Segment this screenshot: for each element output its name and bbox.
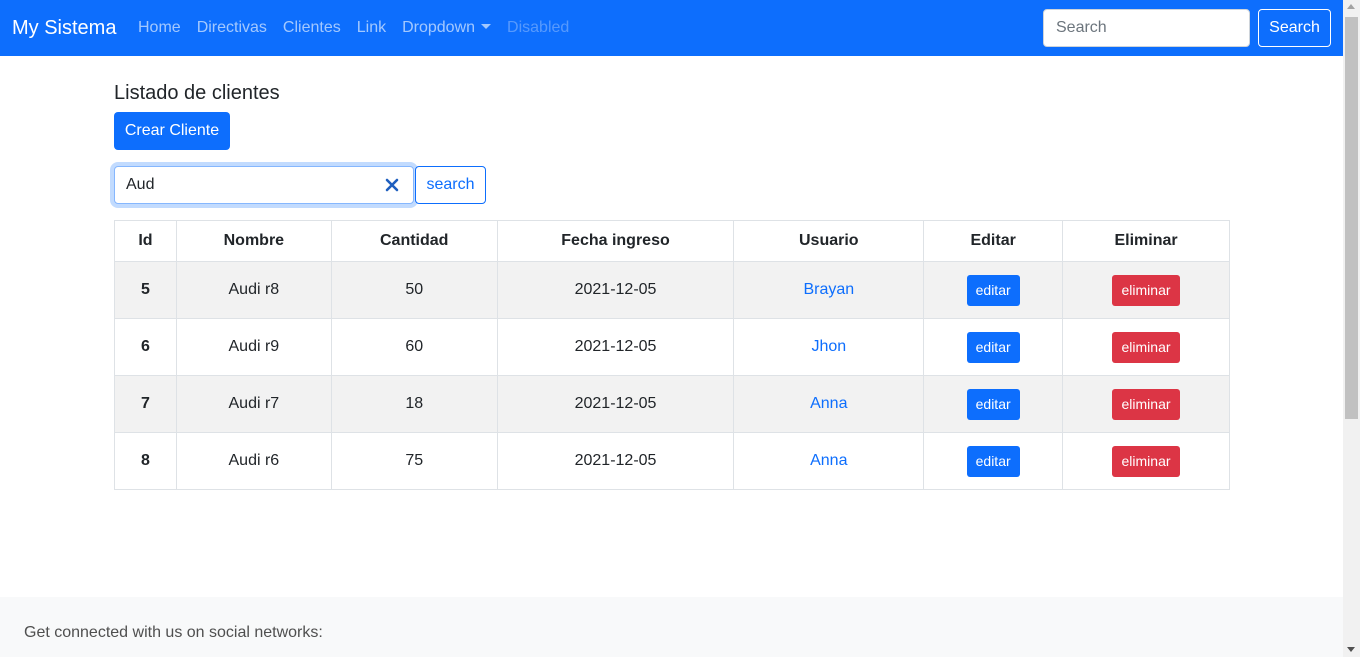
filter-search-button[interactable]: search: [415, 166, 486, 204]
cell-fecha: 2021-12-05: [496, 261, 735, 319]
scroll-up-arrow-icon[interactable]: [1347, 4, 1355, 9]
nav-link-link[interactable]: Link: [349, 0, 394, 56]
cell-usuario: Jhon: [733, 318, 925, 376]
table-row: 6 Audi r9 60 2021-12-05 Jhon editar elim…: [114, 318, 1230, 376]
nav-link-directivas[interactable]: Directivas: [189, 0, 275, 56]
scroll-thumb[interactable]: [1345, 17, 1358, 419]
cell-eliminar: eliminar: [1062, 261, 1230, 319]
column-header-eliminar: Eliminar: [1062, 220, 1230, 262]
table-row: 5 Audi r8 50 2021-12-05 Brayan editar el…: [114, 261, 1230, 319]
top-navbar: My Sistema Home Directivas Clientes Link…: [0, 0, 1343, 56]
edit-button[interactable]: editar: [966, 331, 1020, 363]
cell-eliminar: eliminar: [1062, 375, 1230, 433]
cell-fecha: 2021-12-05: [496, 318, 735, 376]
brand-link[interactable]: My Sistema: [12, 15, 116, 41]
nav-link-home[interactable]: Home: [130, 0, 189, 56]
edit-button[interactable]: editar: [966, 274, 1020, 306]
cell-id: 5: [114, 261, 177, 319]
cell-id: 6: [114, 318, 177, 376]
vertical-scrollbar[interactable]: [1343, 0, 1360, 657]
cell-usuario: Anna: [733, 375, 925, 433]
delete-button[interactable]: eliminar: [1112, 331, 1181, 363]
user-link[interactable]: Brayan: [803, 281, 854, 298]
nav-links: Home Directivas Clientes Link Dropdown D…: [130, 0, 577, 56]
table-row: 7 Audi r7 18 2021-12-05 Anna editar elim…: [114, 375, 1230, 433]
cell-fecha: 2021-12-05: [496, 375, 735, 433]
navbar-search-button[interactable]: Search: [1258, 9, 1331, 47]
cell-usuario: Brayan: [733, 261, 925, 319]
cell-fecha: 2021-12-05: [496, 432, 735, 490]
delete-button[interactable]: eliminar: [1112, 445, 1181, 477]
navbar-search-input[interactable]: [1043, 9, 1250, 47]
close-icon[interactable]: [385, 178, 399, 192]
scroll-down-arrow-icon[interactable]: [1347, 647, 1355, 652]
cell-eliminar: eliminar: [1062, 318, 1230, 376]
clients-table: Id Nombre Cantidad Fecha ingreso Usuario…: [114, 220, 1230, 490]
cell-cantidad: 75: [330, 432, 498, 490]
nav-dropdown-toggle[interactable]: Dropdown: [394, 0, 499, 56]
create-client-button[interactable]: Crear Cliente: [114, 112, 230, 150]
delete-button[interactable]: eliminar: [1112, 388, 1181, 420]
page-title: Listado de clientes: [114, 82, 280, 104]
footer-social-text: Get connected with us on social networks…: [24, 624, 323, 641]
cell-editar: editar: [923, 261, 1064, 319]
filter-field: [114, 166, 414, 204]
cell-eliminar: eliminar: [1062, 432, 1230, 490]
caret-down-icon: [481, 24, 492, 29]
filter-input[interactable]: [115, 167, 413, 203]
cell-editar: editar: [923, 432, 1064, 490]
cell-cantidad: 50: [330, 261, 498, 319]
nav-dropdown-label: Dropdown: [402, 19, 476, 36]
column-header-usuario: Usuario: [733, 220, 925, 262]
nav-link-disabled: Disabled: [507, 19, 570, 36]
cell-nombre: Audi r8: [175, 261, 332, 319]
cell-editar: editar: [923, 318, 1064, 376]
cell-cantidad: 18: [330, 375, 498, 433]
edit-button[interactable]: editar: [966, 445, 1020, 477]
page-footer: Get connected with us on social networks…: [0, 597, 1343, 657]
nav-link-clientes[interactable]: Clientes: [275, 0, 349, 56]
cell-id: 7: [114, 375, 177, 433]
cell-nombre: Audi r9: [175, 318, 332, 376]
user-link[interactable]: Anna: [810, 452, 847, 469]
column-header-nombre: Nombre: [175, 220, 332, 262]
edit-button[interactable]: editar: [966, 388, 1020, 420]
table-header-row: Id Nombre Cantidad Fecha ingreso Usuario…: [114, 220, 1230, 262]
cell-nombre: Audi r7: [175, 375, 332, 433]
cell-usuario: Anna: [733, 432, 925, 490]
column-header-cantidad: Cantidad: [330, 220, 498, 262]
cell-id: 8: [114, 432, 177, 490]
column-header-fecha: Fecha ingreso: [496, 220, 735, 262]
user-link[interactable]: Anna: [810, 395, 847, 412]
user-link[interactable]: Jhon: [811, 338, 846, 355]
cell-nombre: Audi r6: [175, 432, 332, 490]
cell-editar: editar: [923, 375, 1064, 433]
column-header-id: Id: [114, 220, 177, 262]
table-row: 8 Audi r6 75 2021-12-05 Anna editar elim…: [114, 432, 1230, 490]
cell-cantidad: 60: [330, 318, 498, 376]
column-header-editar: Editar: [923, 220, 1064, 262]
delete-button[interactable]: eliminar: [1112, 274, 1181, 306]
